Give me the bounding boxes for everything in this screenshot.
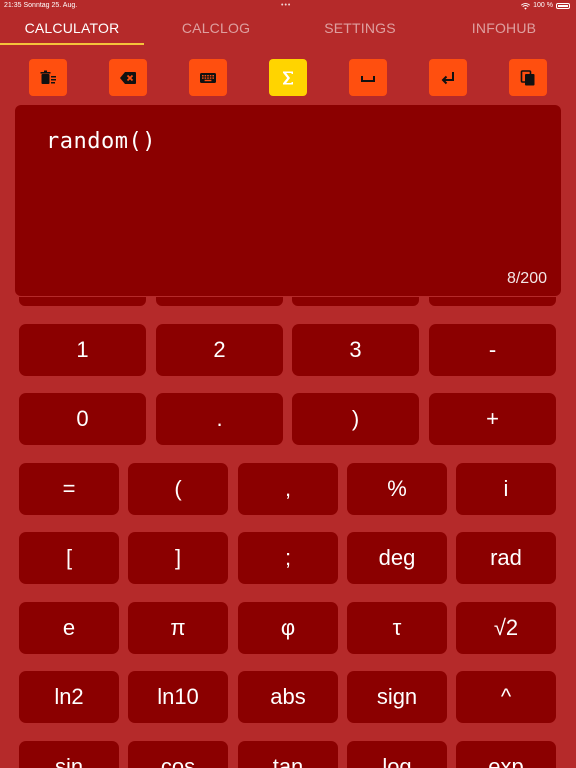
key-rad[interactable]: rad bbox=[456, 532, 556, 584]
key-plus[interactable]: + bbox=[429, 393, 556, 445]
key-open-bracket[interactable]: [ bbox=[19, 532, 119, 584]
key-e[interactable]: e bbox=[19, 602, 119, 654]
clear-all-button[interactable] bbox=[29, 59, 67, 96]
copy-button[interactable] bbox=[509, 59, 547, 96]
space-button[interactable] bbox=[349, 59, 387, 96]
keypad-row-partial bbox=[429, 297, 556, 306]
key-abs[interactable]: abs bbox=[238, 671, 338, 723]
key-close-paren[interactable]: ) bbox=[292, 393, 419, 445]
tab-settings[interactable]: SETTINGS bbox=[288, 14, 432, 44]
tab-infohub[interactable]: INFOHUB bbox=[432, 14, 576, 44]
keyboard-button[interactable] bbox=[189, 59, 227, 96]
key-power[interactable]: ^ bbox=[456, 671, 556, 723]
battery-icon bbox=[556, 3, 570, 9]
key-exp[interactable]: exp bbox=[456, 741, 556, 768]
tab-calclog[interactable]: CALCLOG bbox=[144, 14, 288, 44]
key-open-paren[interactable]: ( bbox=[128, 463, 228, 515]
status-time-date: 21:35 Sonntag 25. Aug. bbox=[4, 0, 77, 12]
key-imaginary[interactable]: i bbox=[456, 463, 556, 515]
wifi-icon bbox=[521, 2, 531, 10]
space-icon bbox=[361, 75, 375, 82]
key-sign[interactable]: sign bbox=[347, 671, 447, 723]
key-cos[interactable]: cos bbox=[128, 741, 228, 768]
enter-button[interactable] bbox=[429, 59, 467, 96]
key-1[interactable]: 1 bbox=[19, 324, 146, 376]
key-sqrt2[interactable]: √2 bbox=[456, 602, 556, 654]
key-minus[interactable]: - bbox=[429, 324, 556, 376]
key-2[interactable]: 2 bbox=[156, 324, 283, 376]
key-close-bracket[interactable]: ] bbox=[128, 532, 228, 584]
key-log[interactable]: log bbox=[347, 741, 447, 768]
key-equals[interactable]: = bbox=[19, 463, 119, 515]
functions-button[interactable] bbox=[269, 59, 307, 96]
backspace-icon bbox=[120, 71, 136, 84]
tab-bar: CALCULATOR CALCLOG SETTINGS INFOHUB bbox=[0, 14, 576, 44]
status-date: Sonntag 25. Aug. bbox=[23, 2, 78, 9]
expression-text[interactable]: random() bbox=[46, 129, 156, 154]
status-bar: 21:35 Sonntag 25. Aug. ••• 100 % bbox=[0, 0, 576, 12]
key-ln2[interactable]: ln2 bbox=[19, 671, 119, 723]
key-3[interactable]: 3 bbox=[292, 324, 419, 376]
enter-icon bbox=[441, 71, 454, 84]
key-sin[interactable]: sin bbox=[19, 741, 119, 768]
key-0[interactable]: 0 bbox=[19, 393, 146, 445]
key-tan[interactable]: tan bbox=[238, 741, 338, 768]
keypad-row-partial bbox=[292, 297, 419, 306]
copy-icon bbox=[520, 69, 535, 85]
key-semicolon[interactable]: ; bbox=[238, 532, 338, 584]
calculator-screen: 21:35 Sonntag 25. Aug. ••• 100 % CALCULA… bbox=[0, 0, 576, 768]
sigma-icon bbox=[283, 71, 293, 84]
status-time: 21:35 bbox=[4, 2, 22, 9]
toolbar bbox=[0, 59, 576, 97]
active-tab-indicator bbox=[0, 43, 144, 45]
battery-percent: 100 % bbox=[533, 2, 553, 9]
keyboard-icon bbox=[200, 72, 216, 83]
key-comma[interactable]: , bbox=[238, 463, 338, 515]
key-percent[interactable]: % bbox=[347, 463, 447, 515]
clear-all-icon bbox=[40, 70, 56, 84]
multitasking-dots[interactable]: ••• bbox=[281, 0, 291, 12]
keypad-row-partial bbox=[19, 297, 146, 306]
tab-calculator[interactable]: CALCULATOR bbox=[0, 14, 144, 44]
expression-display[interactable]: random() 8/200 bbox=[15, 105, 561, 296]
key-phi[interactable]: φ bbox=[238, 602, 338, 654]
key-decimal-point[interactable]: . bbox=[156, 393, 283, 445]
key-tau[interactable]: τ bbox=[347, 602, 447, 654]
character-counter: 8/200 bbox=[506, 270, 547, 287]
key-deg[interactable]: deg bbox=[347, 532, 447, 584]
key-pi[interactable]: π bbox=[128, 602, 228, 654]
key-ln10[interactable]: ln10 bbox=[128, 671, 228, 723]
status-right: 100 % bbox=[521, 0, 570, 12]
backspace-button[interactable] bbox=[109, 59, 147, 96]
keypad-row-partial bbox=[156, 297, 283, 306]
